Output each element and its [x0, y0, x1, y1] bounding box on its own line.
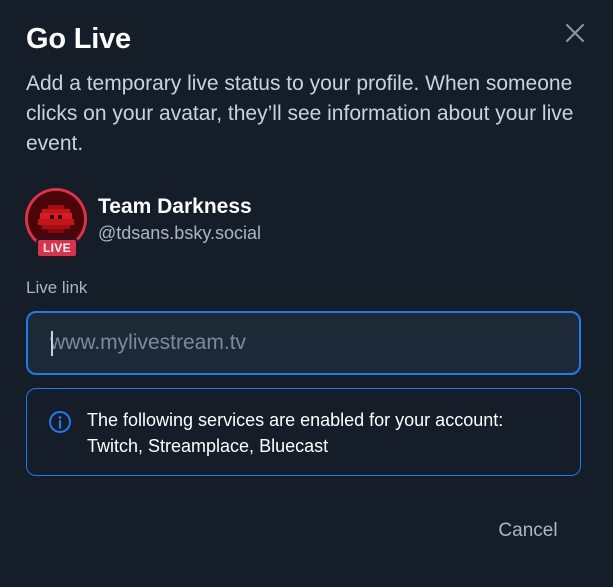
user-handle: @tdsans.bsky.social — [98, 223, 262, 243]
dialog-title: Go Live — [26, 23, 131, 55]
cancel-button[interactable]: Cancel — [482, 510, 574, 552]
close-button[interactable] — [561, 19, 589, 47]
profile-summary: LIVE Team Darkness @tdsans.bsky.social — [25, 188, 425, 258]
close-icon — [566, 24, 584, 42]
go-live-dialog: Go Live Add a temporary live status to y… — [0, 0, 613, 587]
live-link-label: Live link — [26, 278, 88, 297]
info-text: The following services are enabled for y… — [87, 410, 504, 456]
info-icon — [49, 411, 71, 433]
live-link-input[interactable] — [50, 313, 570, 373]
live-link-field[interactable] — [26, 311, 581, 375]
text-caret — [51, 331, 53, 356]
dialog-description: Add a temporary live status to your prof… — [26, 72, 574, 155]
live-badge: LIVE — [36, 238, 78, 258]
display-name: Team Darkness — [98, 195, 252, 218]
info-notice: The following services are enabled for y… — [26, 388, 581, 476]
